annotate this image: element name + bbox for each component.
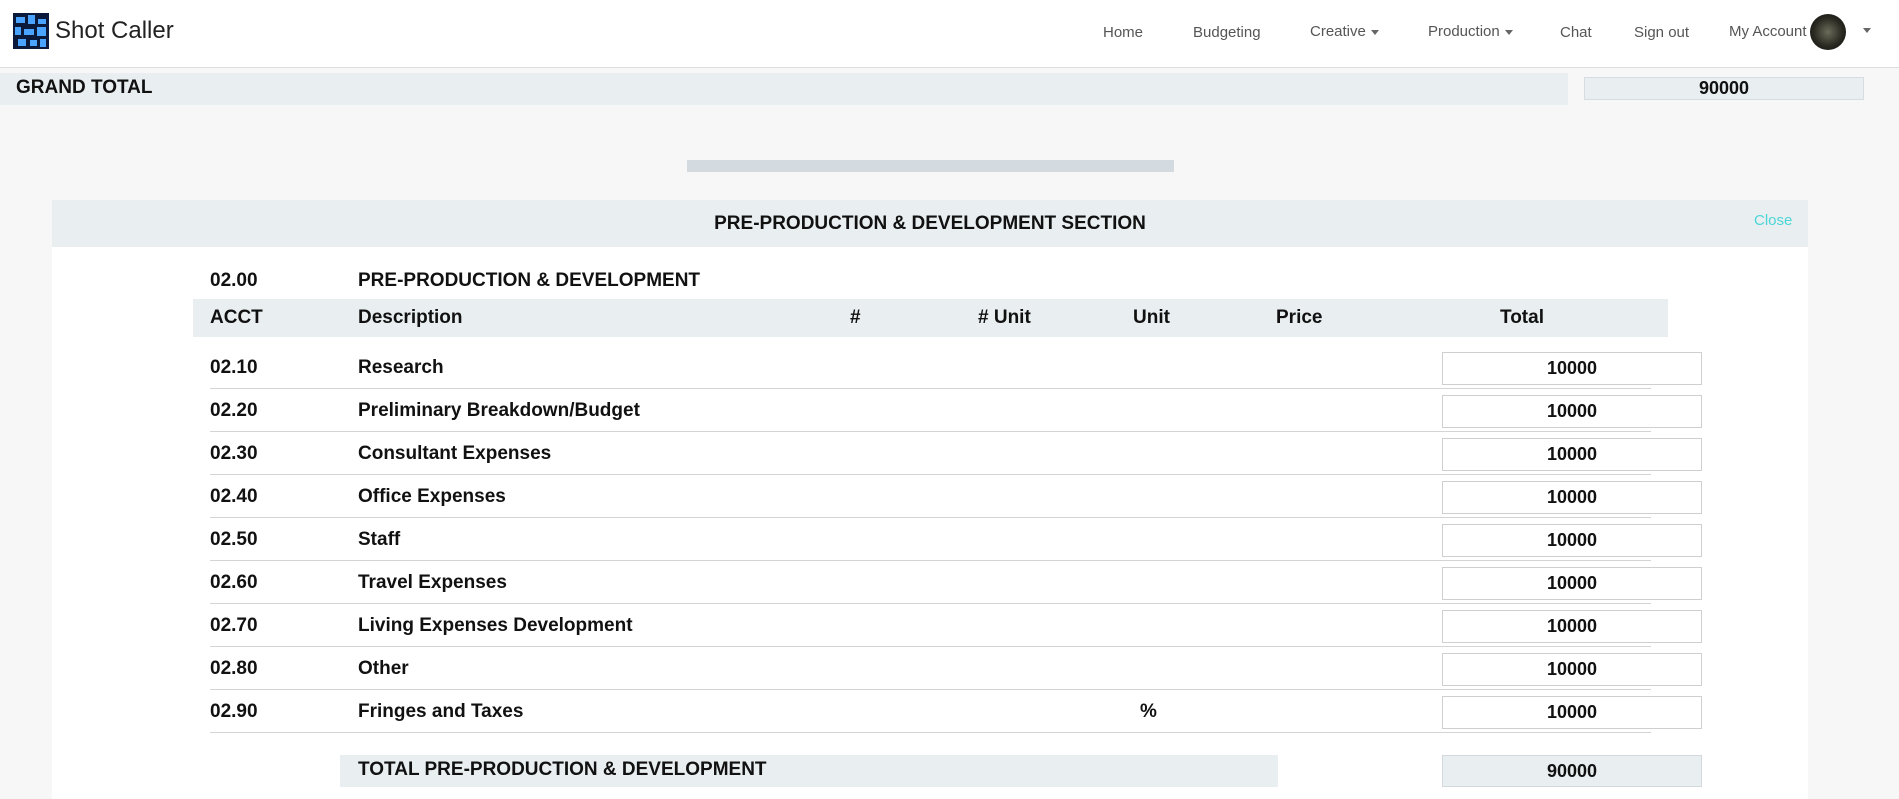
row-acct: 02.70 — [210, 615, 258, 636]
row-total-input[interactable]: 10000 — [1442, 481, 1702, 514]
table-row: 02.70 Living Expenses Development 10000 — [210, 604, 1702, 647]
table-row: 02.80 Other 10000 — [210, 647, 1702, 690]
nav-chat[interactable]: Chat — [1560, 24, 1592, 41]
brand[interactable]: Shot Caller — [13, 13, 174, 49]
section-total-label: TOTAL PRE-PRODUCTION & DEVELOPMENT — [358, 759, 767, 780]
section-name: PRE-PRODUCTION & DEVELOPMENT — [358, 270, 701, 291]
modal-title: PRE-PRODUCTION & DEVELOPMENT SECTION — [714, 213, 1146, 234]
column-header-description: Description — [358, 307, 463, 328]
row-acct: 02.20 — [210, 400, 258, 421]
nav-sign-out[interactable]: Sign out — [1634, 24, 1689, 41]
nav-production-dropdown[interactable]: Production — [1428, 23, 1513, 40]
column-header-num: # — [850, 307, 861, 328]
row-description: Office Expenses — [358, 486, 506, 507]
row-total-input[interactable]: 10000 — [1442, 524, 1702, 557]
row-description: Research — [358, 357, 444, 378]
avatar[interactable] — [1810, 14, 1846, 50]
row-acct: 02.10 — [210, 357, 258, 378]
table-row: 02.10 Research 10000 — [210, 346, 1702, 389]
row-description: Travel Expenses — [358, 572, 507, 593]
close-button[interactable]: Close — [1754, 212, 1792, 229]
chevron-down-icon — [1370, 29, 1379, 35]
column-header-total: Total — [1500, 307, 1544, 328]
table-row: 02.50 Staff 10000 — [210, 518, 1702, 561]
row-total-input[interactable]: 10000 — [1442, 696, 1702, 729]
row-total-input[interactable]: 10000 — [1442, 653, 1702, 686]
row-total-input[interactable]: 10000 — [1442, 567, 1702, 600]
grand-total-bar — [0, 73, 1568, 105]
row-acct: 02.40 — [210, 486, 258, 507]
navbar: Shot Caller Home Budgeting Creative Prod… — [0, 0, 1899, 68]
table-row: 02.30 Consultant Expenses 10000 — [210, 432, 1702, 475]
row-description: Preliminary Breakdown/Budget — [358, 400, 640, 421]
app-name: Shot Caller — [55, 17, 174, 44]
nav-creative-dropdown[interactable]: Creative — [1310, 23, 1379, 40]
column-header-price: Price — [1276, 307, 1323, 328]
row-total-input[interactable]: 10000 — [1442, 352, 1702, 385]
row-description: Staff — [358, 529, 401, 550]
section-total-value: 90000 — [1442, 755, 1702, 787]
column-header-acct: ACCT — [210, 307, 263, 328]
table-row: 02.60 Travel Expenses 10000 — [210, 561, 1702, 604]
section-modal: PRE-PRODUCTION & DEVELOPMENT SECTION Clo… — [52, 200, 1808, 799]
nav-budgeting[interactable]: Budgeting — [1193, 24, 1261, 41]
table-row: 02.20 Preliminary Breakdown/Budget 10000 — [210, 389, 1702, 432]
row-description: Consultant Expenses — [358, 443, 552, 464]
chevron-down-icon[interactable] — [1863, 28, 1871, 33]
row-total-input[interactable]: 10000 — [1442, 438, 1702, 471]
table-row: 02.40 Office Expenses 10000 — [210, 475, 1702, 518]
section-number: 02.00 — [210, 270, 258, 291]
column-header-unit: Unit — [1133, 307, 1170, 328]
column-header-num-unit: # Unit — [978, 307, 1031, 328]
chevron-down-icon — [1504, 29, 1513, 35]
row-total-input[interactable]: 10000 — [1442, 610, 1702, 643]
row-acct: 02.80 — [210, 658, 258, 679]
row-acct: 02.60 — [210, 572, 258, 593]
grand-total-value: 90000 — [1584, 77, 1864, 100]
nav-home[interactable]: Home — [1103, 24, 1143, 41]
row-description: Fringes and Taxes — [358, 701, 524, 722]
nav-my-account[interactable]: My Account — [1729, 23, 1807, 40]
row-acct: 02.90 — [210, 701, 258, 722]
modal-header: PRE-PRODUCTION & DEVELOPMENT SECTION Clo… — [52, 200, 1808, 247]
app-logo-icon — [13, 13, 49, 49]
row-acct: 02.50 — [210, 529, 258, 550]
table-row: 02.90 Fringes and Taxes % 10000 — [210, 690, 1702, 733]
loading-bar — [687, 160, 1174, 172]
row-description: Living Expenses Development — [358, 615, 633, 636]
nav-production-label: Production — [1428, 23, 1500, 40]
row-unit: % — [1140, 701, 1157, 722]
row-description: Other — [358, 658, 409, 679]
nav-creative-label: Creative — [1310, 23, 1366, 40]
row-acct: 02.30 — [210, 443, 258, 464]
grand-total-label: GRAND TOTAL — [16, 77, 153, 98]
row-total-input[interactable]: 10000 — [1442, 395, 1702, 428]
